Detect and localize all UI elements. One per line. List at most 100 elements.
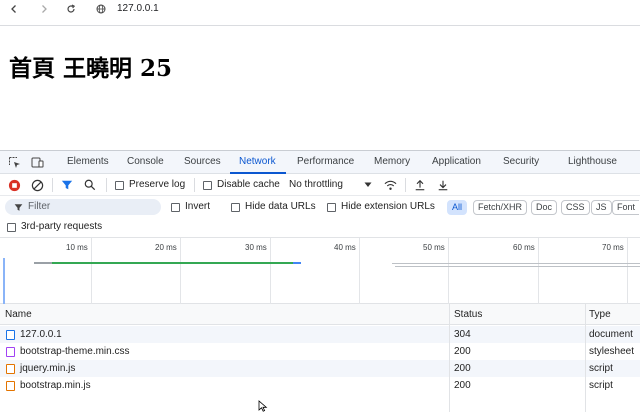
- clear-icon: [31, 179, 43, 191]
- wifi-settings-icon: [384, 180, 396, 190]
- third-party-checkbox[interactable]: [7, 223, 16, 232]
- table-row[interactable]: 127.0.0.1 304 document: [0, 326, 640, 343]
- hide-extension-urls-label: Hide extension URLs: [341, 201, 435, 212]
- search-icon: [84, 179, 96, 191]
- type-filter-js[interactable]: JS: [591, 200, 612, 215]
- request-type: document: [589, 329, 633, 340]
- filter-funnel-icon: [14, 204, 23, 211]
- waterfall-bar-script: [395, 266, 640, 267]
- timeline-gridline: [270, 238, 271, 304]
- filter-input[interactable]: Filter: [5, 199, 161, 215]
- tab-application[interactable]: Application: [432, 156, 481, 167]
- document-icon: [6, 330, 15, 340]
- tab-sources[interactable]: Sources: [184, 156, 221, 167]
- timeline-gridline: [448, 238, 449, 304]
- devtools-panel: Elements Console Sources Network Perform…: [0, 150, 640, 412]
- export-har-button[interactable]: [436, 178, 450, 192]
- clear-button[interactable]: [30, 178, 44, 192]
- type-filter-css[interactable]: CSS: [561, 200, 590, 215]
- table-row[interactable]: bootstrap.min.js 200 script: [0, 377, 640, 394]
- column-header-type[interactable]: Type: [589, 309, 611, 320]
- network-toolbar: Preserve log Disable cache No throttling: [0, 174, 640, 196]
- type-filter-fetch-xhr[interactable]: Fetch/XHR: [473, 200, 528, 215]
- search-button[interactable]: [83, 178, 97, 192]
- request-type: stylesheet: [589, 346, 635, 357]
- reload-icon: [67, 4, 76, 13]
- request-status: 200: [454, 363, 471, 374]
- column-divider[interactable]: [449, 304, 450, 412]
- record-stop-icon: [8, 179, 20, 191]
- filter-toggle-button[interactable]: [60, 178, 74, 192]
- table-row[interactable]: jquery.min.js 200 script: [0, 360, 640, 377]
- timeline-tick-label: 50 ms: [423, 243, 445, 252]
- type-filter-font[interactable]: Font: [612, 200, 640, 215]
- hide-data-urls-label: Hide data URLs: [245, 201, 316, 212]
- invert-checkbox[interactable]: [171, 203, 180, 212]
- chevron-down-icon[interactable]: [364, 182, 372, 188]
- request-name: jquery.min.js: [20, 363, 76, 374]
- address-bar[interactable]: 127.0.0.1: [117, 3, 159, 14]
- disable-cache-label: Disable cache: [217, 179, 280, 190]
- timeline-tick-label: 60 ms: [513, 243, 535, 252]
- tab-performance[interactable]: Performance: [297, 156, 354, 167]
- tab-lighthouse[interactable]: Lighthouse: [568, 156, 617, 167]
- timeline-gridline: [359, 238, 360, 304]
- waterfall-bar-resource: [293, 262, 301, 264]
- column-divider[interactable]: [585, 304, 586, 412]
- page-viewport: 首頁 王曉明 25: [0, 26, 640, 150]
- devtools-tabbar: Elements Console Sources Network Perform…: [0, 151, 640, 174]
- disable-cache-checkbox[interactable]: [203, 181, 212, 190]
- reload-button[interactable]: [64, 2, 78, 16]
- type-filter-doc[interactable]: Doc: [531, 200, 558, 215]
- filter-placeholder: Filter: [28, 201, 51, 212]
- inspect-element-icon[interactable]: [8, 156, 21, 169]
- invert-label: Invert: [185, 201, 211, 212]
- request-status: 200: [454, 380, 471, 391]
- tab-memory[interactable]: Memory: [374, 156, 410, 167]
- request-type: script: [589, 380, 613, 391]
- column-header-status[interactable]: Status: [454, 309, 482, 320]
- hide-data-urls-checkbox[interactable]: [231, 203, 240, 212]
- script-icon: [6, 381, 15, 391]
- timeline-gridline: [627, 238, 628, 304]
- hide-extension-urls-checkbox[interactable]: [327, 203, 336, 212]
- toolbar-divider: [194, 178, 195, 192]
- site-info-icon[interactable]: [94, 2, 108, 16]
- tab-network[interactable]: Network: [239, 156, 276, 167]
- timeline-tick-label: 70 ms: [602, 243, 624, 252]
- third-party-label: 3rd-party requests: [21, 221, 103, 232]
- forward-arrow-icon: [42, 5, 47, 13]
- tab-security[interactable]: Security: [503, 156, 539, 167]
- table-row[interactable]: bootstrap-theme.min.css 200 stylesheet: [0, 343, 640, 360]
- page-title: 首頁 王曉明 25: [9, 55, 173, 82]
- back-button[interactable]: [7, 2, 21, 16]
- request-type: script: [589, 363, 613, 374]
- upload-icon: [415, 179, 425, 191]
- network-overview-timeline[interactable]: 10 ms 20 ms 30 ms 40 ms 50 ms 60 ms 70 m…: [0, 238, 640, 304]
- type-filter-all[interactable]: All: [447, 200, 468, 215]
- waterfall-bar-script: [392, 263, 640, 264]
- tab-console[interactable]: Console: [127, 156, 164, 167]
- waterfall-bar-document: [34, 262, 52, 264]
- filter-funnel-icon: [61, 180, 73, 190]
- device-toolbar-icon[interactable]: [31, 156, 44, 169]
- stylesheet-icon: [6, 347, 15, 357]
- request-status: 200: [454, 346, 471, 357]
- download-icon: [438, 180, 448, 191]
- toolbar-divider: [405, 178, 406, 192]
- import-har-button[interactable]: [413, 178, 427, 192]
- script-icon: [6, 364, 15, 374]
- column-header-name[interactable]: Name: [5, 309, 32, 320]
- preserve-log-checkbox[interactable]: [115, 181, 124, 190]
- browser-toolbar: 127.0.0.1: [0, 0, 640, 20]
- table-header: Name Status Type: [0, 304, 640, 325]
- tab-elements[interactable]: Elements: [67, 156, 109, 167]
- mouse-cursor-icon: [258, 400, 268, 412]
- timeline-gridline: [91, 238, 92, 304]
- network-conditions-button[interactable]: [383, 178, 397, 192]
- timeline-gridline: [538, 238, 539, 304]
- throttling-select[interactable]: No throttling: [289, 179, 343, 190]
- record-button[interactable]: [7, 178, 21, 192]
- preserve-log-label: Preserve log: [129, 179, 186, 190]
- forward-button[interactable]: [37, 2, 51, 16]
